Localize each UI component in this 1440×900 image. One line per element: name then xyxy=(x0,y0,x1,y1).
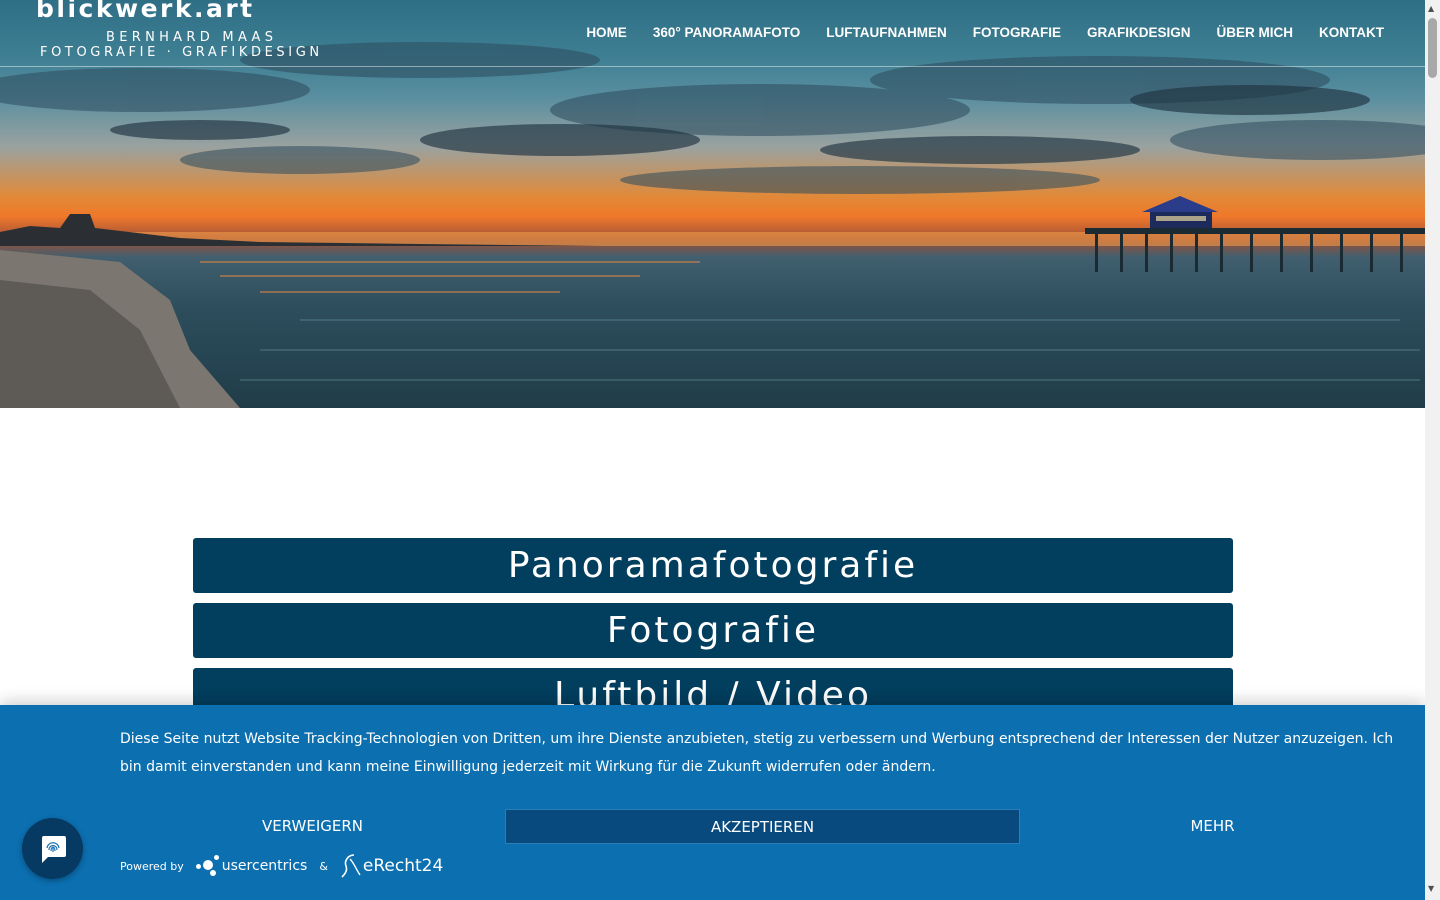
privacy-settings-button[interactable] xyxy=(22,818,83,879)
nav-item-luftaufnahmen[interactable]: LUFTAUFNAHMEN xyxy=(826,24,946,42)
erecht24-icon xyxy=(341,854,361,878)
section-links: Panoramafotografie Fotografie Luftbild /… xyxy=(193,538,1233,733)
logo-name: BERNHARD MAAS xyxy=(106,30,278,45)
deny-button[interactable]: VERWEIGERN xyxy=(120,809,505,844)
triangle-up-icon[interactable]: ▲ xyxy=(1428,4,1434,13)
accept-button[interactable]: AKZEPTIEREN xyxy=(505,809,1020,844)
page-scrollbar[interactable]: ▲ ▼ xyxy=(1425,0,1440,900)
logo-tagline: FOTOGRAFIE · GRAFIKDESIGN xyxy=(40,45,323,60)
logo-title: blickwerk.art xyxy=(36,0,255,23)
usercentrics-dots-icon xyxy=(195,855,220,877)
site-header: blickwerk.art BERNHARD MAAS FOTOGRAFIE ·… xyxy=(0,0,1425,67)
fingerprint-chat-icon xyxy=(41,835,66,863)
main-nav: HOME 360° PANORAMAFOTO LUFTAUFNAHMEN FOT… xyxy=(586,24,1384,42)
nav-item-ueber-mich[interactable]: ÜBER MICH xyxy=(1217,24,1294,42)
nav-item-fotografie[interactable]: FOTOGRAFIE xyxy=(973,24,1061,42)
ampersand: & xyxy=(319,859,328,873)
nav-item-grafikdesign[interactable]: GRAFIKDESIGN xyxy=(1087,24,1191,42)
scrollbar-thumb[interactable] xyxy=(1428,18,1437,78)
cookie-consent-banner: Diese Seite nutzt Website Tracking-Techn… xyxy=(0,705,1425,900)
powered-by: Powered by usercentrics & eRecht24 xyxy=(120,853,443,879)
nav-item-home[interactable]: HOME xyxy=(586,24,627,42)
usercentrics-name: usercentrics xyxy=(221,858,308,874)
erecht24-logo[interactable]: eRecht24 xyxy=(340,853,443,879)
section-button-panoramafotografie[interactable]: Panoramafotografie xyxy=(193,538,1233,593)
site-logo[interactable]: blickwerk.art BERNHARD MAAS FOTOGRAFIE ·… xyxy=(36,0,356,64)
section-button-fotografie[interactable]: Fotografie xyxy=(193,603,1233,658)
cookie-consent-text: Diese Seite nutzt Website Tracking-Techn… xyxy=(120,731,1394,775)
more-button[interactable]: MEHR xyxy=(1020,809,1405,844)
nav-item-360-panoramafoto[interactable]: 360° PANORAMAFOTO xyxy=(653,24,800,42)
erecht24-name: eRecht24 xyxy=(362,856,444,876)
nav-item-kontakt[interactable]: KONTAKT xyxy=(1319,24,1384,42)
powered-by-label: Powered by xyxy=(120,859,184,873)
triangle-down-icon[interactable]: ▼ xyxy=(1428,884,1434,893)
usercentrics-logo[interactable]: usercentrics xyxy=(195,855,308,877)
